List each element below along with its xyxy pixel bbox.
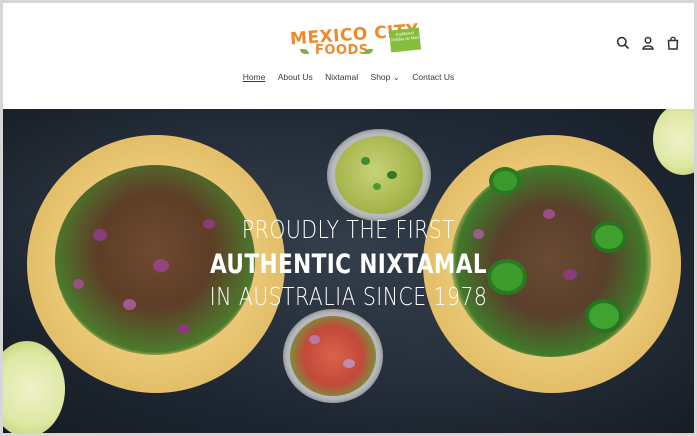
main-navigation: Home About Us Nixtamal Shop ⌄ Contact Us (3, 72, 694, 83)
herb-piece (373, 183, 381, 190)
header-icons (616, 36, 680, 50)
onion-piece (178, 324, 190, 334)
page: MEXICO CITY FOODS Traditional Tortillas … (3, 3, 694, 433)
site-header: MEXICO CITY FOODS Traditional Tortillas … (3, 3, 694, 109)
hero-headline-line3: IN AUSTRALIA SINCE 1978 (209, 282, 488, 311)
nav-home[interactable]: Home (243, 72, 266, 82)
account-icon[interactable] (641, 36, 655, 50)
nav-about-us[interactable]: About Us (278, 72, 313, 82)
salsa-verde (335, 136, 423, 214)
jalapeno-slice (489, 167, 521, 195)
nav-nixtamal[interactable]: Nixtamal (325, 72, 358, 82)
herb-piece (361, 157, 370, 165)
hero-headline-line2: AUTHENTIC NIXTAMAL (209, 249, 488, 280)
logo-name-line2: FOODS (315, 43, 369, 58)
logo-tagline: Traditional Tortillas de Maiz (388, 27, 422, 53)
leaf-icon (300, 49, 309, 54)
onion-piece (309, 335, 320, 344)
site-logo[interactable]: MEXICO CITY FOODS Traditional Tortillas … (286, 21, 422, 63)
search-icon[interactable] (616, 36, 630, 50)
hero-headline-line1: PROUDLY THE FIRST (241, 215, 456, 244)
herb-piece (387, 171, 397, 179)
nav-contact-us[interactable]: Contact Us (412, 72, 454, 82)
hero-banner: PROUDLY THE FIRST AUTHENTIC NIXTAMAL IN … (3, 109, 694, 433)
pico-de-gallo (290, 316, 376, 396)
cart-icon[interactable] (666, 36, 680, 50)
onion-piece (343, 359, 355, 368)
nav-shop[interactable]: Shop ⌄ (371, 72, 400, 83)
leaf-icon (364, 49, 373, 54)
